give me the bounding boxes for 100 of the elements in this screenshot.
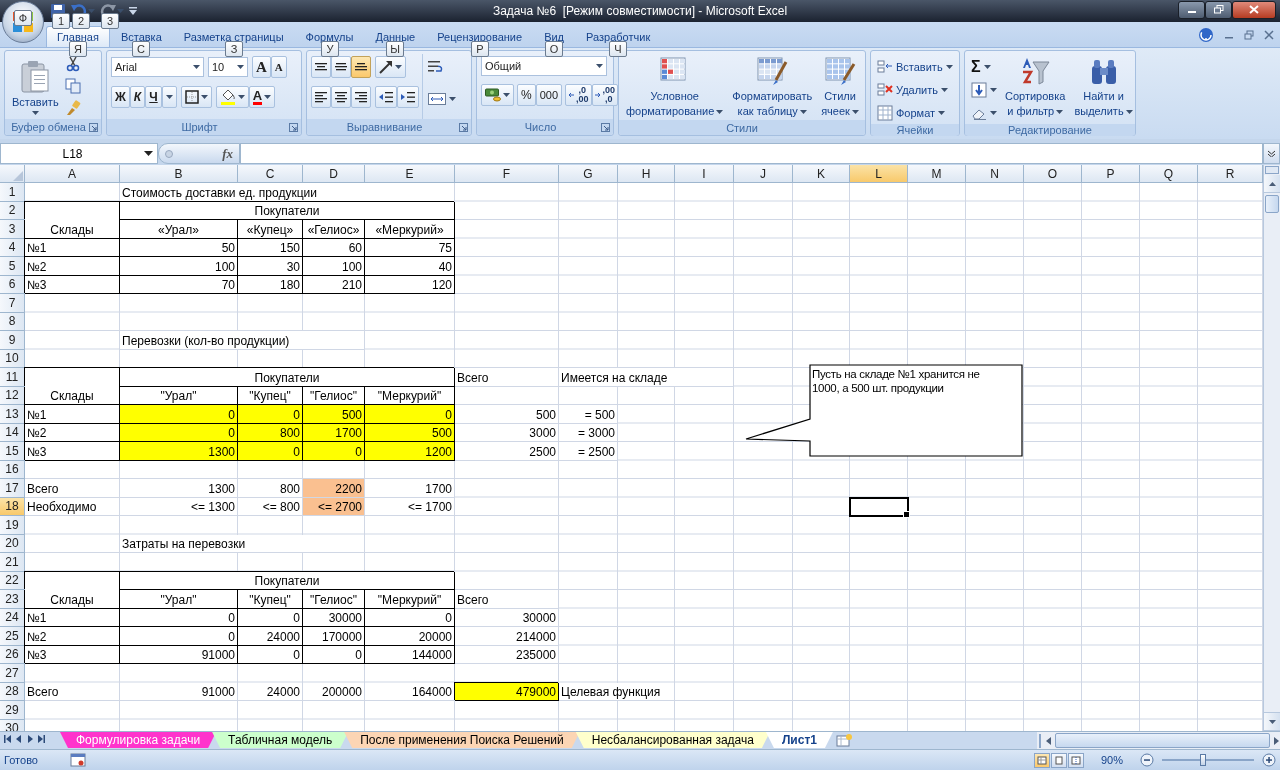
- zoom-in-icon[interactable]: [1262, 753, 1276, 767]
- dialog-launcher-icon[interactable]: [459, 122, 468, 132]
- zoom-slider-thumb[interactable]: [1200, 754, 1207, 766]
- bar-left-triangle-icon[interactable]: [4, 735, 12, 743]
- help-icon[interactable]: [1198, 26, 1214, 43]
- view-button[interactable]: [1034, 752, 1050, 768]
- cells-button[interactable]: Вставить: [875, 56, 955, 78]
- minimize-button[interactable]: [1178, 0, 1205, 19]
- column-header[interactable]: F: [455, 165, 559, 183]
- decrease-indent-button[interactable]: [375, 86, 397, 108]
- cells-button[interactable]: Удалить: [875, 79, 955, 101]
- number-format-field[interactable]: Общий: [481, 56, 607, 76]
- view-button[interactable]: [1051, 752, 1067, 768]
- vertical-align-button[interactable]: [311, 56, 331, 78]
- row-header[interactable]: 25: [0, 627, 25, 646]
- close-button[interactable]: [1232, 0, 1276, 19]
- shrink-font-button[interactable]: A: [270, 56, 287, 78]
- horizontal-align-button[interactable]: [351, 86, 371, 108]
- dialog-launcher-icon[interactable]: [289, 122, 298, 132]
- fill-button[interactable]: [969, 79, 999, 101]
- down-triangle-icon[interactable]: [1268, 719, 1276, 724]
- column-header[interactable]: E: [365, 165, 455, 183]
- split-handle[interactable]: [1265, 166, 1279, 174]
- sheet-tab[interactable]: После применения Поиска Решений: [344, 732, 580, 748]
- selected-cell[interactable]: [850, 497, 908, 516]
- font-size-field[interactable]: 10: [208, 57, 248, 77]
- column-header[interactable]: G: [559, 165, 618, 183]
- column-header[interactable]: J: [734, 165, 793, 183]
- scrollbar-thumb[interactable]: [1265, 195, 1279, 213]
- fill-color-button[interactable]: [215, 86, 249, 108]
- column-header[interactable]: L: [850, 165, 908, 183]
- thousands-button[interactable]: 000: [535, 84, 563, 106]
- sheet-tab[interactable]: Несбалансированная задача: [575, 732, 770, 748]
- row-header[interactable]: 29: [0, 701, 25, 720]
- column-header[interactable]: O: [1024, 165, 1082, 183]
- vertical-scrollbar[interactable]: [1263, 165, 1280, 731]
- row-header[interactable]: 19: [0, 516, 25, 535]
- right-triangle-bar-icon[interactable]: [37, 735, 45, 743]
- insert-function-button[interactable]: fx: [158, 143, 240, 164]
- percent-button[interactable]: %: [517, 84, 536, 106]
- left-triangle-icon[interactable]: [15, 735, 23, 743]
- row-header[interactable]: 11: [0, 368, 25, 387]
- column-header[interactable]: A: [25, 165, 120, 183]
- column-header[interactable]: C: [238, 165, 303, 183]
- zoom-out-icon[interactable]: [1140, 753, 1154, 767]
- row-header[interactable]: 7: [0, 294, 25, 313]
- view-button[interactable]: [1068, 752, 1084, 768]
- close-icon[interactable]: [1264, 29, 1274, 40]
- font-color-button[interactable]: A: [248, 86, 276, 108]
- column-header[interactable]: I: [675, 165, 734, 183]
- paste-button[interactable]: Вставить: [9, 54, 62, 119]
- horizontal-scrollbar[interactable]: [1037, 732, 1280, 749]
- left-triangle-icon[interactable]: [1045, 736, 1053, 745]
- underline-button[interactable]: Ч: [145, 86, 162, 108]
- row-header[interactable]: 5: [0, 257, 25, 276]
- right-triangle-icon[interactable]: [26, 735, 34, 743]
- restore-button[interactable]: [1205, 0, 1232, 19]
- styles-button[interactable]: Форматировать как таблицу: [729, 54, 816, 120]
- bold-button[interactable]: Ж: [111, 86, 130, 108]
- editing-button[interactable]: Найти и выделить: [1071, 54, 1136, 124]
- sheet-tab[interactable]: Лист1: [765, 732, 833, 748]
- styles-button[interactable]: Условное форматирование: [623, 54, 727, 120]
- row-header[interactable]: 27: [0, 664, 25, 683]
- expand-formula-button[interactable]: [1263, 143, 1280, 164]
- row-header[interactable]: 1: [0, 183, 25, 202]
- split-handle-icon[interactable]: [1037, 733, 1043, 748]
- right-triangle-icon[interactable]: [1272, 736, 1280, 745]
- vertical-align-button[interactable]: [351, 56, 371, 78]
- row-header[interactable]: 15: [0, 442, 25, 461]
- dialog-launcher-icon[interactable]: [89, 122, 98, 132]
- column-header[interactable]: Q: [1140, 165, 1198, 183]
- increase-indent-button[interactable]: [397, 86, 419, 108]
- up-triangle-icon[interactable]: [1268, 181, 1276, 186]
- borders-button[interactable]: [180, 86, 212, 108]
- grow-font-button[interactable]: A: [252, 56, 271, 78]
- row-header[interactable]: 3: [0, 220, 25, 239]
- column-header[interactable]: M: [908, 165, 966, 183]
- column-header[interactable]: H: [618, 165, 675, 183]
- increase-decimal-button[interactable]: ,0 ,00: [565, 84, 592, 106]
- vertical-align-button[interactable]: [331, 56, 351, 78]
- column-header[interactable]: R: [1198, 165, 1263, 183]
- row-header[interactable]: 21: [0, 553, 25, 572]
- column-header[interactable]: B: [120, 165, 238, 183]
- row-header[interactable]: 9: [0, 331, 25, 350]
- column-header[interactable]: D: [303, 165, 365, 183]
- row-header[interactable]: 13: [0, 405, 25, 424]
- currency-button[interactable]: [481, 84, 514, 106]
- restore-icon[interactable]: [1244, 29, 1254, 40]
- horizontal-align-button[interactable]: [331, 86, 351, 108]
- row-header[interactable]: 23: [0, 590, 25, 609]
- formula-field[interactable]: [240, 143, 1263, 164]
- editing-button[interactable]: Сортировка и фильтр: [1002, 54, 1069, 124]
- column-header[interactable]: N: [966, 165, 1024, 183]
- row-header[interactable]: 17: [0, 479, 25, 498]
- cells-button[interactable]: Формат: [875, 102, 955, 124]
- styles-button[interactable]: Стили ячеек: [818, 54, 862, 120]
- column-header[interactable]: K: [793, 165, 850, 183]
- horizontal-align-button[interactable]: [311, 86, 331, 108]
- dialog-launcher-icon[interactable]: [601, 122, 610, 132]
- orientation-button[interactable]: [375, 56, 406, 78]
